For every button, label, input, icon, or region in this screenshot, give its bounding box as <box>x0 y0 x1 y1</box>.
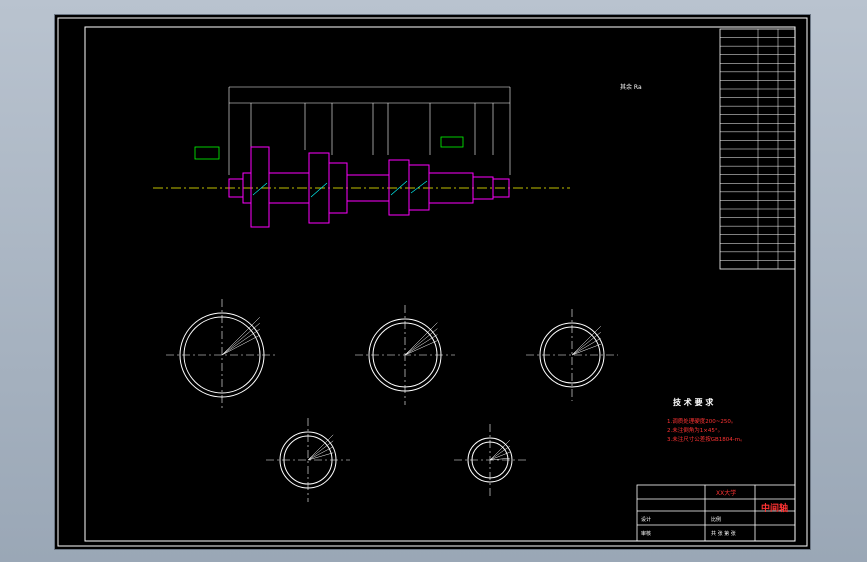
title-block-school: XX大学 <box>716 489 736 497</box>
tech-requirement-1: 1.调质处理硬度200~250。 <box>667 417 736 425</box>
gear-hatching <box>252 180 428 198</box>
section-view-5 <box>454 424 526 496</box>
title-block-checker: 审核 <box>641 530 651 537</box>
tech-requirement-3: 3.未注尺寸公差按GB1804-m。 <box>667 435 746 443</box>
shaft-body <box>228 146 510 228</box>
engineering-drawing: 其余 Ra 技 术 要 求 1.调质处理硬度200~250。 2.未注倒角为1×… <box>57 17 808 547</box>
section-views <box>166 299 618 502</box>
section-view-4 <box>266 418 350 502</box>
dimension-lines <box>228 86 511 175</box>
section-view-3 <box>526 309 618 401</box>
cad-viewport[interactable]: 其余 Ra 技 术 要 求 1.调质处理硬度200~250。 2.未注倒角为1×… <box>55 15 810 549</box>
section-view-1 <box>166 299 278 411</box>
gear-parameter-table <box>719 28 796 270</box>
tech-requirement-2: 2.未注倒角为1×45°。 <box>667 426 723 434</box>
title-block-part-name: 中间轴 <box>761 502 788 514</box>
title-block-scale: 比例 <box>711 516 721 523</box>
outer-frame <box>57 17 808 547</box>
title-block-designer: 设计 <box>641 516 651 523</box>
title-block-sheet: 共 张 第 张 <box>711 530 736 537</box>
inner-frame <box>84 26 796 542</box>
surface-roughness-note: 其余 Ra <box>620 83 642 91</box>
tech-requirements-title: 技 术 要 求 <box>673 397 714 407</box>
section-view-2 <box>355 305 455 405</box>
